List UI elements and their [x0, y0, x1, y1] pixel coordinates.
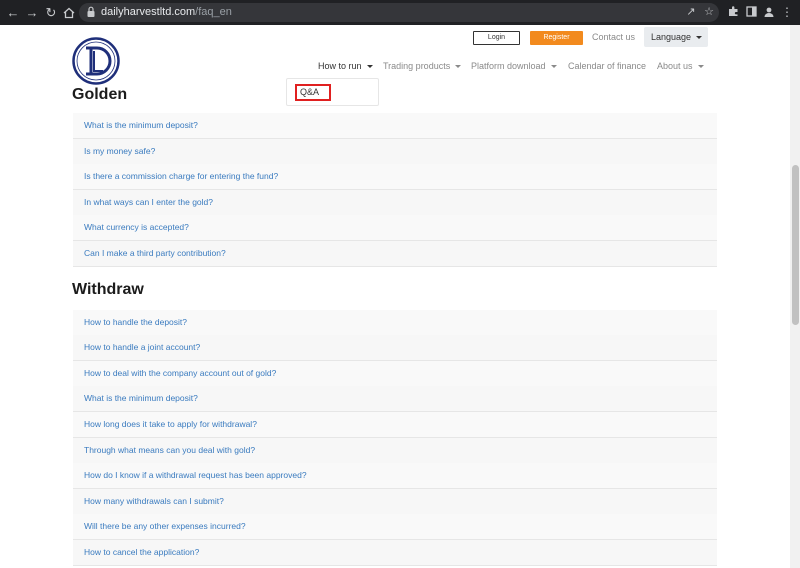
- share-icon[interactable]: ↗: [684, 5, 698, 19]
- dropdown-item-qa[interactable]: Q&A: [295, 84, 331, 101]
- arrow-left-icon[interactable]: ←: [4, 4, 22, 22]
- home-icon[interactable]: [60, 4, 78, 22]
- arrow-right-icon[interactable]: →: [23, 4, 41, 22]
- nav-calendar-of-finance[interactable]: Calendar of finance: [568, 60, 646, 72]
- puzzle-icon[interactable]: [725, 4, 741, 20]
- browser-toolbar: ← → ↻ dailyharvestltd.com/faq_en ↗ ☆ ⋮: [0, 0, 800, 25]
- chevron-down-icon: [455, 65, 462, 69]
- faq-item[interactable]: How to handle the deposit?: [73, 310, 717, 336]
- login-button[interactable]: Login: [473, 31, 520, 45]
- scroll-thumb[interactable]: [792, 165, 799, 325]
- star-icon[interactable]: ☆: [702, 5, 716, 19]
- faq-item[interactable]: How many withdrawals can I submit?: [73, 489, 717, 515]
- contact-us-link[interactable]: Contact us: [592, 31, 635, 43]
- faq-item[interactable]: Can I make a third party contribution?: [73, 241, 717, 267]
- nav-trading-products[interactable]: Trading products: [383, 60, 462, 72]
- faq-item[interactable]: How do I know if a withdrawal request ha…: [73, 463, 717, 489]
- brand-logo[interactable]: [72, 37, 120, 85]
- faq-item[interactable]: Is there a commission charge for enterin…: [73, 164, 717, 190]
- register-button[interactable]: Register: [530, 31, 583, 45]
- chevron-down-icon: [697, 65, 704, 69]
- reload-icon[interactable]: ↻: [42, 4, 60, 22]
- kebab-menu-icon[interactable]: ⋮: [779, 4, 795, 20]
- language-dropdown[interactable]: Language: [644, 27, 708, 47]
- language-label: Language: [651, 32, 692, 42]
- address-bar[interactable]: dailyharvestltd.com/faq_en ↗ ☆: [79, 3, 719, 22]
- section-title-withdraw: Withdraw: [72, 281, 144, 298]
- chevron-down-icon: [696, 36, 703, 40]
- lock-icon[interactable]: [87, 6, 95, 18]
- profile-icon[interactable]: [761, 4, 777, 20]
- page-scrollbar[interactable]: [790, 25, 800, 568]
- how-to-run-dropdown: Q&A: [286, 78, 379, 106]
- chevron-down-icon: [550, 65, 557, 69]
- chevron-down-icon: [366, 65, 373, 69]
- faq-item[interactable]: How to cancel the application?: [73, 540, 717, 566]
- faq-item[interactable]: How to handle a joint account?: [73, 335, 717, 361]
- faq-item[interactable]: Will there be any other expenses incurre…: [73, 514, 717, 540]
- nav-about-us[interactable]: About us: [657, 60, 704, 72]
- sidepanel-icon[interactable]: [743, 4, 759, 20]
- faq-item[interactable]: What is the minimum deposit?: [73, 386, 717, 412]
- faq-item[interactable]: Is my money safe?: [73, 139, 717, 165]
- faq-item[interactable]: In what ways can I enter the gold?: [73, 190, 717, 216]
- url-text: dailyharvestltd.com/faq_en: [101, 6, 232, 18]
- faq-item[interactable]: What currency is accepted?: [73, 215, 717, 241]
- faq-item[interactable]: How long does it take to apply for withd…: [73, 412, 717, 438]
- faq-item[interactable]: How to deal with the company account out…: [73, 361, 717, 387]
- faq-item[interactable]: What is the minimum deposit?: [73, 113, 717, 139]
- nav-how-to-run[interactable]: How to run: [318, 60, 373, 72]
- brand-name: Golden: [72, 86, 128, 103]
- nav-platform-download[interactable]: Platform download: [471, 60, 557, 72]
- faq-item[interactable]: Through what means can you deal with gol…: [73, 438, 717, 464]
